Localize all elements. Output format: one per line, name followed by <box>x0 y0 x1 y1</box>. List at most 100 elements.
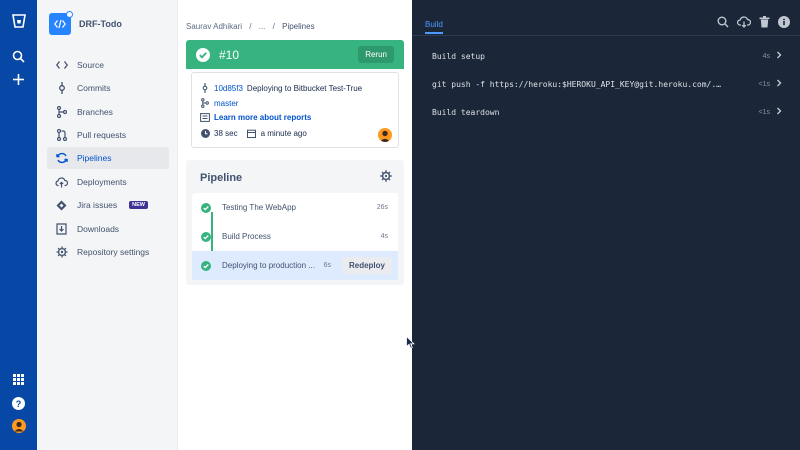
repo-status-badge <box>66 11 73 18</box>
sidebar-item-label: Source <box>77 60 104 70</box>
commit-row: 10d85f3 Deploying to Bitbucket Test-True <box>200 83 362 93</box>
bitbucket-logo[interactable] <box>0 14 37 28</box>
branch-link[interactable]: master <box>214 99 238 108</box>
search-icon[interactable] <box>717 16 729 30</box>
success-check-icon <box>201 261 211 273</box>
success-check-icon <box>201 232 211 244</box>
success-check-icon <box>196 47 210 62</box>
build-info-card: 10d85f3 Deploying to Bitbucket Test-True… <box>191 72 399 148</box>
sidebar-item-label: Pipelines <box>77 153 112 163</box>
branch-icon <box>55 106 68 119</box>
chevron-right-icon <box>776 107 782 117</box>
sidebar-item-label: Branches <box>77 107 113 117</box>
download-icon <box>55 223 68 236</box>
breadcrumb-middle[interactable]: ... <box>259 22 266 31</box>
breadcrumb-separator: / <box>272 22 275 31</box>
sidebar-item-label: Repository settings <box>77 247 150 257</box>
build-number: #10 <box>219 47 240 62</box>
cloud-download-icon[interactable] <box>736 16 752 30</box>
clock-icon <box>200 129 210 138</box>
sidebar-item-label: Deployments <box>77 177 127 187</box>
step-duration: 6s <box>323 262 331 269</box>
pipeline-steps: Testing The WebApp 26s Build Process 4s … <box>192 193 398 280</box>
chevron-right-icon <box>776 51 782 61</box>
learn-reports-link[interactable]: Learn more about reports <box>214 113 311 122</box>
sidebar-item-label: Pull requests <box>77 130 127 140</box>
log-step-duration: 4s <box>762 52 770 60</box>
pipeline-step[interactable]: Build Process 4s <box>192 222 398 251</box>
commit-icon <box>55 82 68 95</box>
log-step-row[interactable]: git push -f https://heroku:$HEROKU_API_K… <box>432 77 782 91</box>
repo-header[interactable]: DRF-Todo <box>49 11 122 35</box>
mouse-cursor-icon <box>406 335 415 351</box>
chevron-right-icon <box>776 79 782 89</box>
branch-icon <box>200 98 210 108</box>
step-duration: 4s <box>380 233 388 240</box>
log-step-label: git push -f https://heroku:$HEROKU_API_K… <box>432 79 724 89</box>
sidebar-item-label: Commits <box>77 83 111 93</box>
user-avatar[interactable] <box>0 419 37 433</box>
redeploy-button[interactable]: Redeploy <box>341 257 392 274</box>
report-icon <box>200 113 210 122</box>
log-step-label: Build setup <box>432 51 485 61</box>
search-icon[interactable] <box>0 50 37 63</box>
breadcrumb-current[interactable]: Pipelines <box>282 22 314 31</box>
cloud-icon <box>55 176 68 189</box>
gear-icon <box>55 246 68 259</box>
sidebar-item-pull-requests[interactable]: Pull requests <box>47 124 169 146</box>
branch-row: master <box>200 98 238 108</box>
commit-message: Deploying to Bitbucket Test-True <box>246 83 363 93</box>
sidebar-item-source[interactable]: Source <box>47 54 169 76</box>
step-duration: 26s <box>376 204 388 211</box>
sidebar-item-branches[interactable]: Branches <box>47 101 169 123</box>
info-icon[interactable] <box>778 16 790 30</box>
build-logs-pane: Build Build setup 4s git push -f https:/… <box>412 0 800 450</box>
breadcrumb-separator: / <box>249 22 252 31</box>
build-time-ago: a minute ago <box>260 129 307 138</box>
pipeline-card: Pipeline Testing The WebApp 26s Build Pr… <box>186 160 404 285</box>
sidebar-item-deployments[interactable]: Deployments <box>47 171 169 193</box>
commit-icon <box>200 83 210 93</box>
logs-header: Build <box>412 0 800 36</box>
breadcrumb: Saurav Adhikari / ... / Pipelines <box>186 22 315 31</box>
sidebar-item-jira-issues[interactable]: Jira issues NEW <box>47 194 169 216</box>
sidebar-item-label: Downloads <box>77 224 120 234</box>
committer-avatar[interactable] <box>378 128 392 142</box>
repo-avatar <box>49 11 73 35</box>
tab-build[interactable]: Build <box>425 20 443 34</box>
help-icon[interactable]: ? <box>0 397 37 410</box>
trash-icon[interactable] <box>759 16 770 30</box>
code-icon <box>55 59 68 72</box>
pipelines-icon <box>55 152 68 165</box>
logs-toolbar <box>717 16 790 30</box>
log-step-row[interactable]: Build setup 4s <box>432 49 782 63</box>
project-sidebar: DRF-Todo Source Commits Branches Pull re… <box>37 0 178 450</box>
timing-row: 38 sec a minute ago <box>200 129 307 138</box>
pipeline-step-selected[interactable]: Deploying to production ... 6s Redeploy <box>192 251 398 280</box>
jira-icon <box>55 199 68 212</box>
pipeline-step[interactable]: Testing The WebApp 26s <box>192 193 398 222</box>
pull-request-icon <box>55 129 68 142</box>
plus-icon[interactable] <box>0 73 37 86</box>
calendar-icon <box>247 129 257 138</box>
log-step-duration: <1s <box>758 80 770 88</box>
reports-row: Learn more about reports <box>200 113 311 122</box>
build-status-bar: #10 Rerun <box>186 40 404 69</box>
sidebar-item-downloads[interactable]: Downloads <box>47 218 169 240</box>
rerun-button[interactable]: Rerun <box>358 46 394 63</box>
step-label: Build Process <box>222 232 271 241</box>
sidebar-item-pipelines[interactable]: Pipelines <box>47 147 169 169</box>
log-step-row[interactable]: Build teardown <1s <box>432 105 782 119</box>
step-label: Testing The WebApp <box>222 203 296 212</box>
global-nav: ? <box>0 0 37 450</box>
new-badge: NEW <box>129 201 148 209</box>
log-step-label: Build teardown <box>432 107 500 117</box>
sidebar-item-repository-settings[interactable]: Repository settings <box>47 241 169 263</box>
apps-grid-icon[interactable] <box>0 374 37 385</box>
gear-icon[interactable] <box>380 170 392 184</box>
log-step-duration: <1s <box>758 108 770 116</box>
sidebar-item-commits[interactable]: Commits <box>47 77 169 99</box>
commit-hash-link[interactable]: 10d85f3 <box>214 84 243 93</box>
breadcrumb-owner[interactable]: Saurav Adhikari <box>186 22 242 31</box>
step-label: Deploying to production ... <box>222 261 315 270</box>
